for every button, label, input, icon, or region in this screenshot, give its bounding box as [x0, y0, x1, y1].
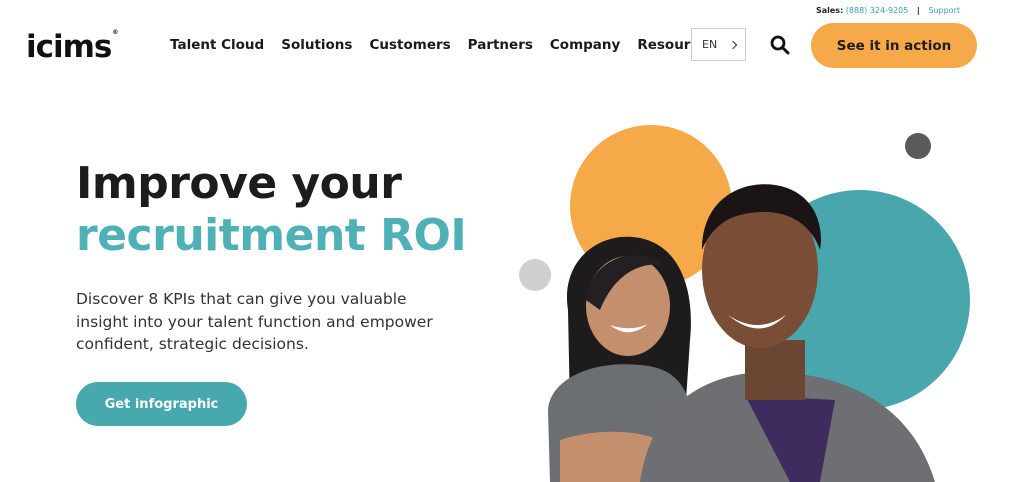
hero-description: Discover 8 KPIs that can give you valuab… — [76, 290, 433, 353]
main-nav: Talent Cloud Solutions Customers Partner… — [170, 37, 733, 53]
utility-bar: Sales: (888) 324-9205 | Support — [816, 6, 960, 15]
hero-title-line1: Improve your — [76, 158, 402, 209]
sales-label: Sales: — [815, 6, 844, 15]
language-label: EN — [702, 38, 718, 51]
support-link[interactable]: Support — [928, 6, 960, 15]
nav-item-company[interactable]: Company — [550, 37, 620, 53]
nav-item-partners[interactable]: Partners — [468, 37, 533, 53]
utility-divider: | — [916, 6, 920, 15]
nav-item-talent-cloud[interactable]: Talent Cloud — [170, 37, 264, 53]
nav-item-customers[interactable]: Customers — [369, 37, 450, 53]
search-icon[interactable] — [770, 35, 790, 55]
hero-title: Improve your recruitment ROI — [76, 158, 467, 262]
language-selector[interactable]: EN — [691, 28, 746, 61]
nav-item-solutions[interactable]: Solutions — [281, 37, 352, 53]
get-infographic-button[interactable]: Get infographic — [76, 382, 247, 426]
sales-phone-link[interactable]: (888) 324-9205 — [846, 6, 909, 15]
see-it-in-action-button[interactable]: See it in action — [811, 23, 977, 68]
chevron-right-icon — [728, 40, 738, 49]
dark-dot-shape — [905, 133, 931, 159]
icims-logo[interactable]: icims® — [26, 29, 118, 65]
grey-dot-shape — [519, 259, 551, 291]
hero-title-line2: recruitment ROI — [76, 210, 467, 261]
logo-text: icims — [26, 29, 112, 65]
hero-illustration — [519, 125, 970, 482]
